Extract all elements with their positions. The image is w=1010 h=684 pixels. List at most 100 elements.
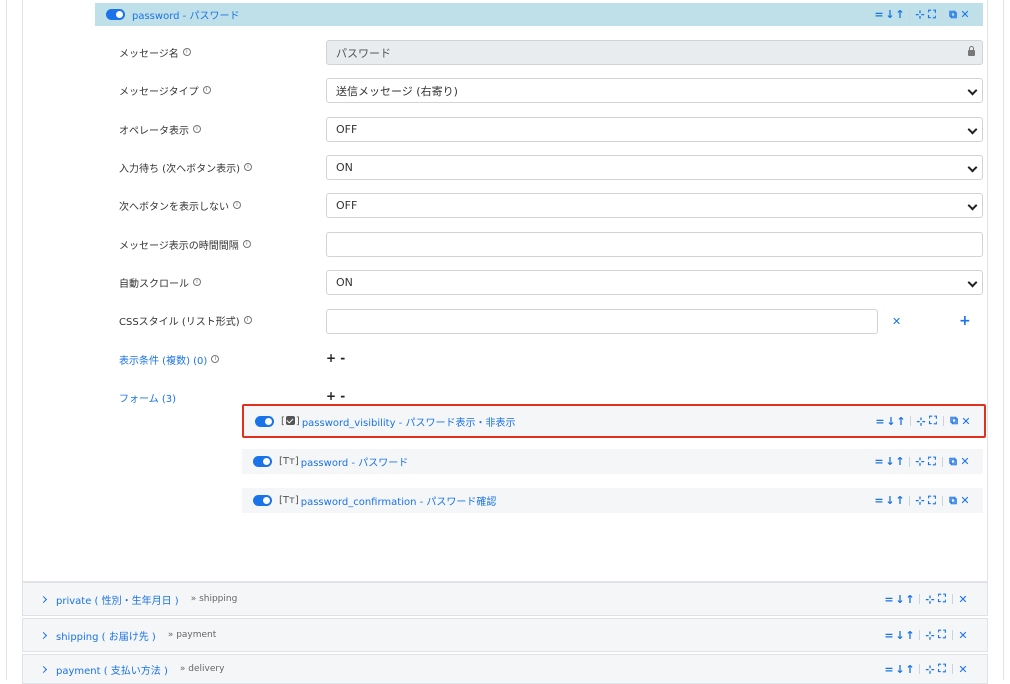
delete-icon[interactable]: ✕ (957, 629, 969, 642)
move-up-icon[interactable]: ↑ (905, 629, 915, 642)
info-icon[interactable]: i (243, 163, 252, 171)
collapse-icon[interactable]: ⊹ (924, 629, 936, 642)
auto-scroll-select[interactable]: ON (326, 270, 983, 295)
expand-icon[interactable]: ⛶ (936, 592, 948, 606)
move-up-icon[interactable]: ↑ (905, 663, 915, 676)
info-icon[interactable]: i (243, 316, 252, 324)
drag-handle-icon[interactable]: = (883, 593, 895, 606)
delete-icon[interactable]: ✕ (959, 8, 971, 21)
field-label-operator-display: オペレータ表示 i (119, 116, 201, 142)
form-item[interactable]: [] password_visibility - パスワード表示・非表示 = ↓… (242, 404, 986, 438)
message-type-select[interactable]: 送信メッセージ (右寄り) (326, 78, 983, 103)
add-css-icon[interactable]: + (959, 313, 971, 329)
remove-css-icon[interactable]: ✕ (892, 315, 901, 328)
expand-icon[interactable]: ⛶ (927, 414, 939, 428)
field-label-hide-next: 次へボタンを表示しない i (119, 192, 241, 218)
move-up-icon[interactable]: ↑ (895, 455, 905, 468)
info-icon[interactable]: i (233, 201, 241, 209)
copy-icon[interactable]: ⧉ (947, 8, 959, 22)
section-name[interactable]: payment ( 支払い方法 ) (56, 662, 168, 677)
move-up-icon[interactable]: ↑ (905, 593, 915, 606)
operator-display-select[interactable]: OFF (326, 117, 983, 142)
expand-icon[interactable]: ⛶ (926, 494, 938, 508)
forms-label[interactable]: フォーム (3) (119, 384, 176, 410)
copy-icon[interactable]: ⧉ (947, 494, 959, 508)
chevron-right-icon[interactable] (39, 631, 48, 639)
css-style-input[interactable] (326, 309, 878, 334)
move-up-icon[interactable]: ↑ (895, 494, 905, 507)
enable-toggle[interactable] (106, 9, 125, 20)
chevron-right-icon[interactable] (39, 595, 48, 603)
conditions-add-remove[interactable]: + - (326, 351, 345, 365)
conditions-label[interactable]: 表示条件 (複数) (0) i (119, 346, 220, 372)
form-item-title[interactable]: password_confirmation - パスワード確認 (301, 493, 497, 508)
copy-icon[interactable]: ⧉ (948, 414, 960, 428)
next-section: » delivery (179, 664, 225, 674)
info-icon[interactable]: i (211, 355, 220, 363)
message-header[interactable]: password - パスワード = ↓ ↑ ⊹ ⛶ ⧉ ✕ (95, 3, 983, 26)
collapse-icon[interactable]: ⊹ (914, 455, 926, 468)
delete-icon[interactable]: ✕ (957, 593, 969, 606)
copy-icon[interactable]: ⧉ (947, 455, 959, 469)
divider (909, 495, 910, 506)
expand-icon[interactable]: ⛶ (926, 455, 938, 469)
chevron-down-icon (967, 124, 978, 135)
drag-handle-icon[interactable]: = (874, 415, 886, 428)
form-item[interactable]: [Tт] password_confirmation - パスワード確認 = ↓… (242, 488, 983, 513)
checkbox-icon (285, 416, 295, 425)
form-item-title[interactable]: password_visibility - パスワード表示・非表示 (302, 414, 516, 429)
enable-toggle[interactable] (253, 456, 272, 467)
collapse-icon[interactable]: ⊹ (915, 415, 927, 428)
message-name-input: パスワード (326, 40, 983, 65)
section-name[interactable]: shipping ( お届け先 ) (56, 628, 156, 643)
enable-toggle[interactable] (253, 495, 272, 506)
drag-handle-icon[interactable]: = (883, 629, 895, 642)
section-private[interactable]: private ( 性別・生年月日 ) » shipping = ↓ ↑ ⊹ ⛶… (22, 582, 988, 616)
expand-icon[interactable]: ⛶ (926, 8, 938, 22)
interval-input[interactable] (326, 232, 983, 257)
move-down-icon[interactable]: ↓ (885, 494, 895, 507)
enable-toggle[interactable] (255, 415, 274, 427)
message-title[interactable]: password - パスワード (132, 7, 239, 22)
move-down-icon[interactable]: ↓ (895, 629, 905, 642)
section-name[interactable]: private ( 性別・生年月日 ) (56, 592, 179, 607)
collapse-icon[interactable]: ⊹ (914, 494, 926, 507)
form-item[interactable]: [Tт] password - パスワード = ↓ ↑ ⊹ ⛶ ⧉ ✕ (242, 449, 983, 474)
delete-icon[interactable]: ✕ (959, 494, 971, 507)
chevron-right-icon[interactable] (39, 665, 48, 673)
hide-next-select[interactable]: OFF (326, 193, 983, 218)
expand-icon[interactable]: ⛶ (936, 628, 948, 642)
move-down-icon[interactable]: ↓ (885, 8, 895, 21)
field-label-css-style: CSSスタイル (リスト形式) i (119, 307, 252, 333)
collapse-icon[interactable]: ⊹ (924, 663, 936, 676)
form-item-title[interactable]: password - パスワード (301, 454, 408, 469)
expand-icon[interactable]: ⛶ (936, 662, 948, 676)
chevron-down-icon (967, 85, 978, 96)
move-down-icon[interactable]: ↓ (895, 663, 905, 676)
delete-icon[interactable]: ✕ (960, 415, 972, 428)
drag-handle-icon[interactable]: = (873, 494, 885, 507)
move-up-icon[interactable]: ↑ (895, 8, 905, 21)
divider (909, 9, 910, 20)
drag-handle-icon[interactable]: = (873, 8, 885, 21)
info-icon[interactable]: i (193, 278, 201, 286)
collapse-icon[interactable]: ⊹ (924, 593, 936, 606)
wait-input-select[interactable]: ON (326, 155, 983, 180)
forms-add-remove[interactable]: + - (326, 389, 345, 403)
move-down-icon[interactable]: ↓ (895, 593, 905, 606)
divider (943, 416, 944, 426)
info-icon[interactable]: i (242, 240, 251, 248)
delete-icon[interactable]: ✕ (957, 663, 969, 676)
drag-handle-icon[interactable]: = (873, 455, 885, 468)
move-down-icon[interactable]: ↓ (885, 455, 895, 468)
info-icon[interactable]: i (202, 86, 211, 94)
info-icon[interactable]: i (182, 48, 191, 56)
move-up-icon[interactable]: ↑ (896, 415, 906, 428)
delete-icon[interactable]: ✕ (959, 455, 971, 468)
divider (909, 456, 910, 467)
collapse-icon[interactable]: ⊹ (914, 8, 926, 21)
drag-handle-icon[interactable]: = (883, 663, 895, 676)
section-shipping[interactable]: shipping ( お届け先 ) » payment = ↓ ↑ ⊹ ⛶ ✕ (22, 618, 988, 652)
move-down-icon[interactable]: ↓ (886, 415, 896, 428)
info-icon[interactable]: i (193, 125, 201, 133)
